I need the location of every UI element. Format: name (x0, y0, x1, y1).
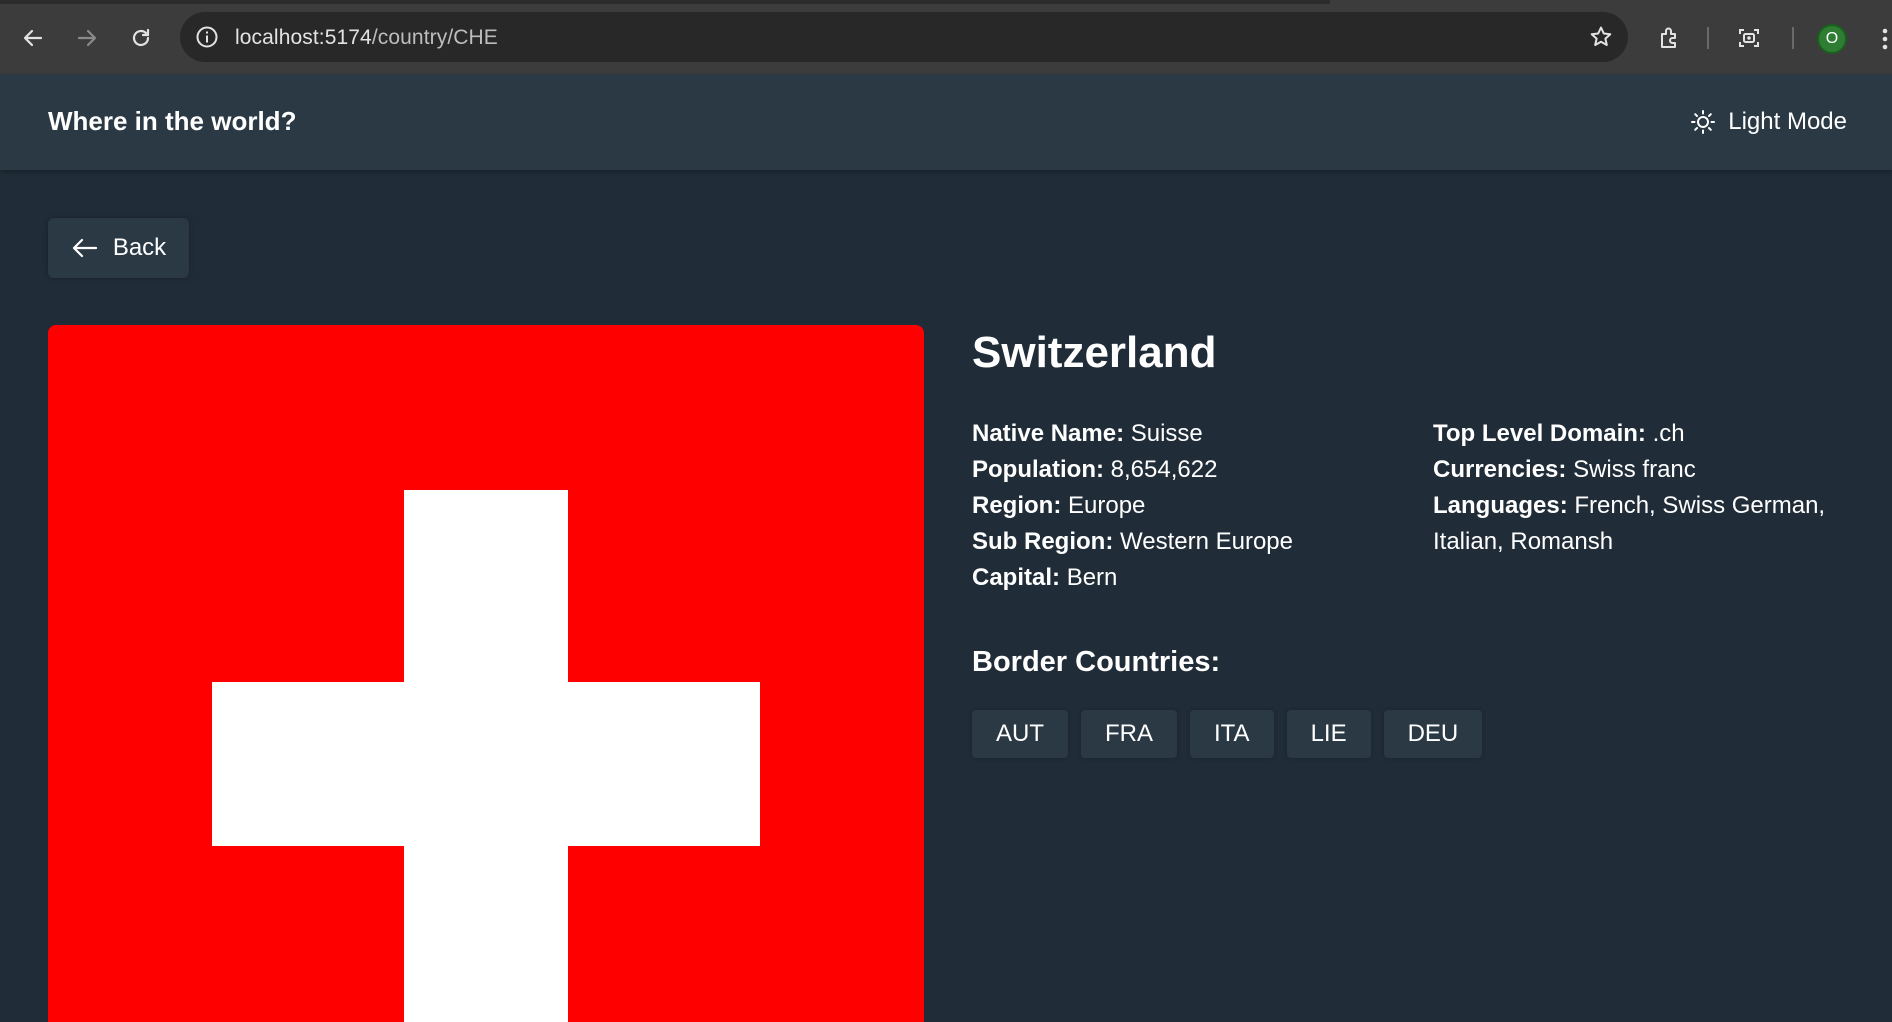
browser-forward-button[interactable] (69, 20, 105, 56)
toolbar-separator (1792, 27, 1794, 49)
detail-label: Native Name: (972, 420, 1125, 447)
back-arrow-icon (23, 29, 43, 47)
extensions-button[interactable] (1652, 20, 1688, 56)
theme-toggle-label: Light Mode (1728, 108, 1847, 135)
detail-label: Capital: (972, 564, 1061, 591)
detail-label: Currencies: (1433, 456, 1567, 483)
border-country-chip[interactable]: FRA (1081, 710, 1177, 758)
address-bar[interactable]: localhost:5174/country/CHE (180, 12, 1628, 62)
detail-population: Population: 8,654,622 (972, 452, 1412, 488)
arrow-left-icon (72, 238, 97, 258)
country-flag-image (48, 325, 924, 1022)
flag-cross-horizontal (212, 682, 760, 846)
profile-avatar[interactable]: O (1817, 24, 1847, 54)
detail-capital: Capital: Bern (972, 560, 1412, 596)
details-column-secondary: Top Level Domain: .ch Currencies: Swiss … (1433, 416, 1843, 560)
url-text[interactable]: localhost:5174/country/CHE (235, 26, 498, 50)
url-host: localhost:5174 (235, 26, 372, 49)
border-country-chip[interactable]: LIE (1286, 710, 1371, 758)
detail-top-level-domain: Top Level Domain: .ch (1433, 416, 1843, 452)
screenshot-icon (1739, 29, 1759, 47)
detail-currencies: Currencies: Swiss franc (1433, 452, 1843, 488)
browser-back-button[interactable] (15, 20, 51, 56)
back-button-label: Back (112, 234, 167, 261)
detail-value: .ch (1652, 420, 1685, 447)
back-button[interactable]: Back (48, 218, 189, 278)
detail-value: 8,654,622 (1110, 456, 1218, 483)
app-title[interactable]: Where in the world? (48, 106, 296, 137)
tab-strip-edge (0, 0, 1330, 4)
reload-icon (132, 28, 150, 47)
country-name: Switzerland (972, 328, 1217, 377)
detail-sub-region: Sub Region: Western Europe (972, 524, 1412, 560)
detail-label: Population: (972, 456, 1104, 483)
toolbar-separator (1707, 27, 1709, 49)
extensions-icon (1661, 27, 1676, 48)
app-header: Where in the world? Light Mode (0, 74, 1892, 170)
details-column-primary: Native Name: Suisse Population: 8,654,62… (972, 416, 1412, 596)
detail-value: Swiss franc (1573, 456, 1696, 483)
url-path: /country/CHE (371, 26, 498, 49)
detail-label: Top Level Domain: (1433, 420, 1646, 447)
detail-label: Region: (972, 492, 1062, 519)
forward-arrow-icon (77, 29, 97, 47)
browser-toolbar: localhost:5174/country/CHE O (0, 0, 1892, 74)
border-countries-heading: Border Countries: (972, 646, 1221, 678)
border-country-chip[interactable]: AUT (972, 710, 1068, 758)
border-countries-list: AUT FRA ITA LIE DEU (972, 710, 1483, 758)
detail-value: Western Europe (1120, 528, 1293, 555)
border-country-chip[interactable]: ITA (1190, 710, 1274, 758)
star-icon[interactable] (1588, 24, 1614, 50)
screenshot-button[interactable] (1731, 20, 1767, 56)
browser-reload-button[interactable] (123, 20, 159, 56)
detail-label: Sub Region: (972, 528, 1114, 555)
menu-dots-icon[interactable] (1878, 26, 1892, 52)
detail-value: Suisse (1130, 420, 1203, 447)
detail-languages: Languages: French, Swiss German, Italian… (1433, 488, 1843, 560)
detail-region: Region: Europe (972, 488, 1412, 524)
info-icon[interactable] (194, 24, 220, 50)
detail-label: Languages: (1433, 492, 1568, 519)
detail-native-name: Native Name: Suisse (972, 416, 1412, 452)
sun-icon (1691, 110, 1716, 134)
detail-value: Bern (1066, 564, 1118, 591)
theme-toggle-button[interactable]: Light Mode (1690, 104, 1847, 140)
border-country-chip[interactable]: DEU (1383, 710, 1483, 758)
detail-value: Europe (1068, 492, 1146, 519)
